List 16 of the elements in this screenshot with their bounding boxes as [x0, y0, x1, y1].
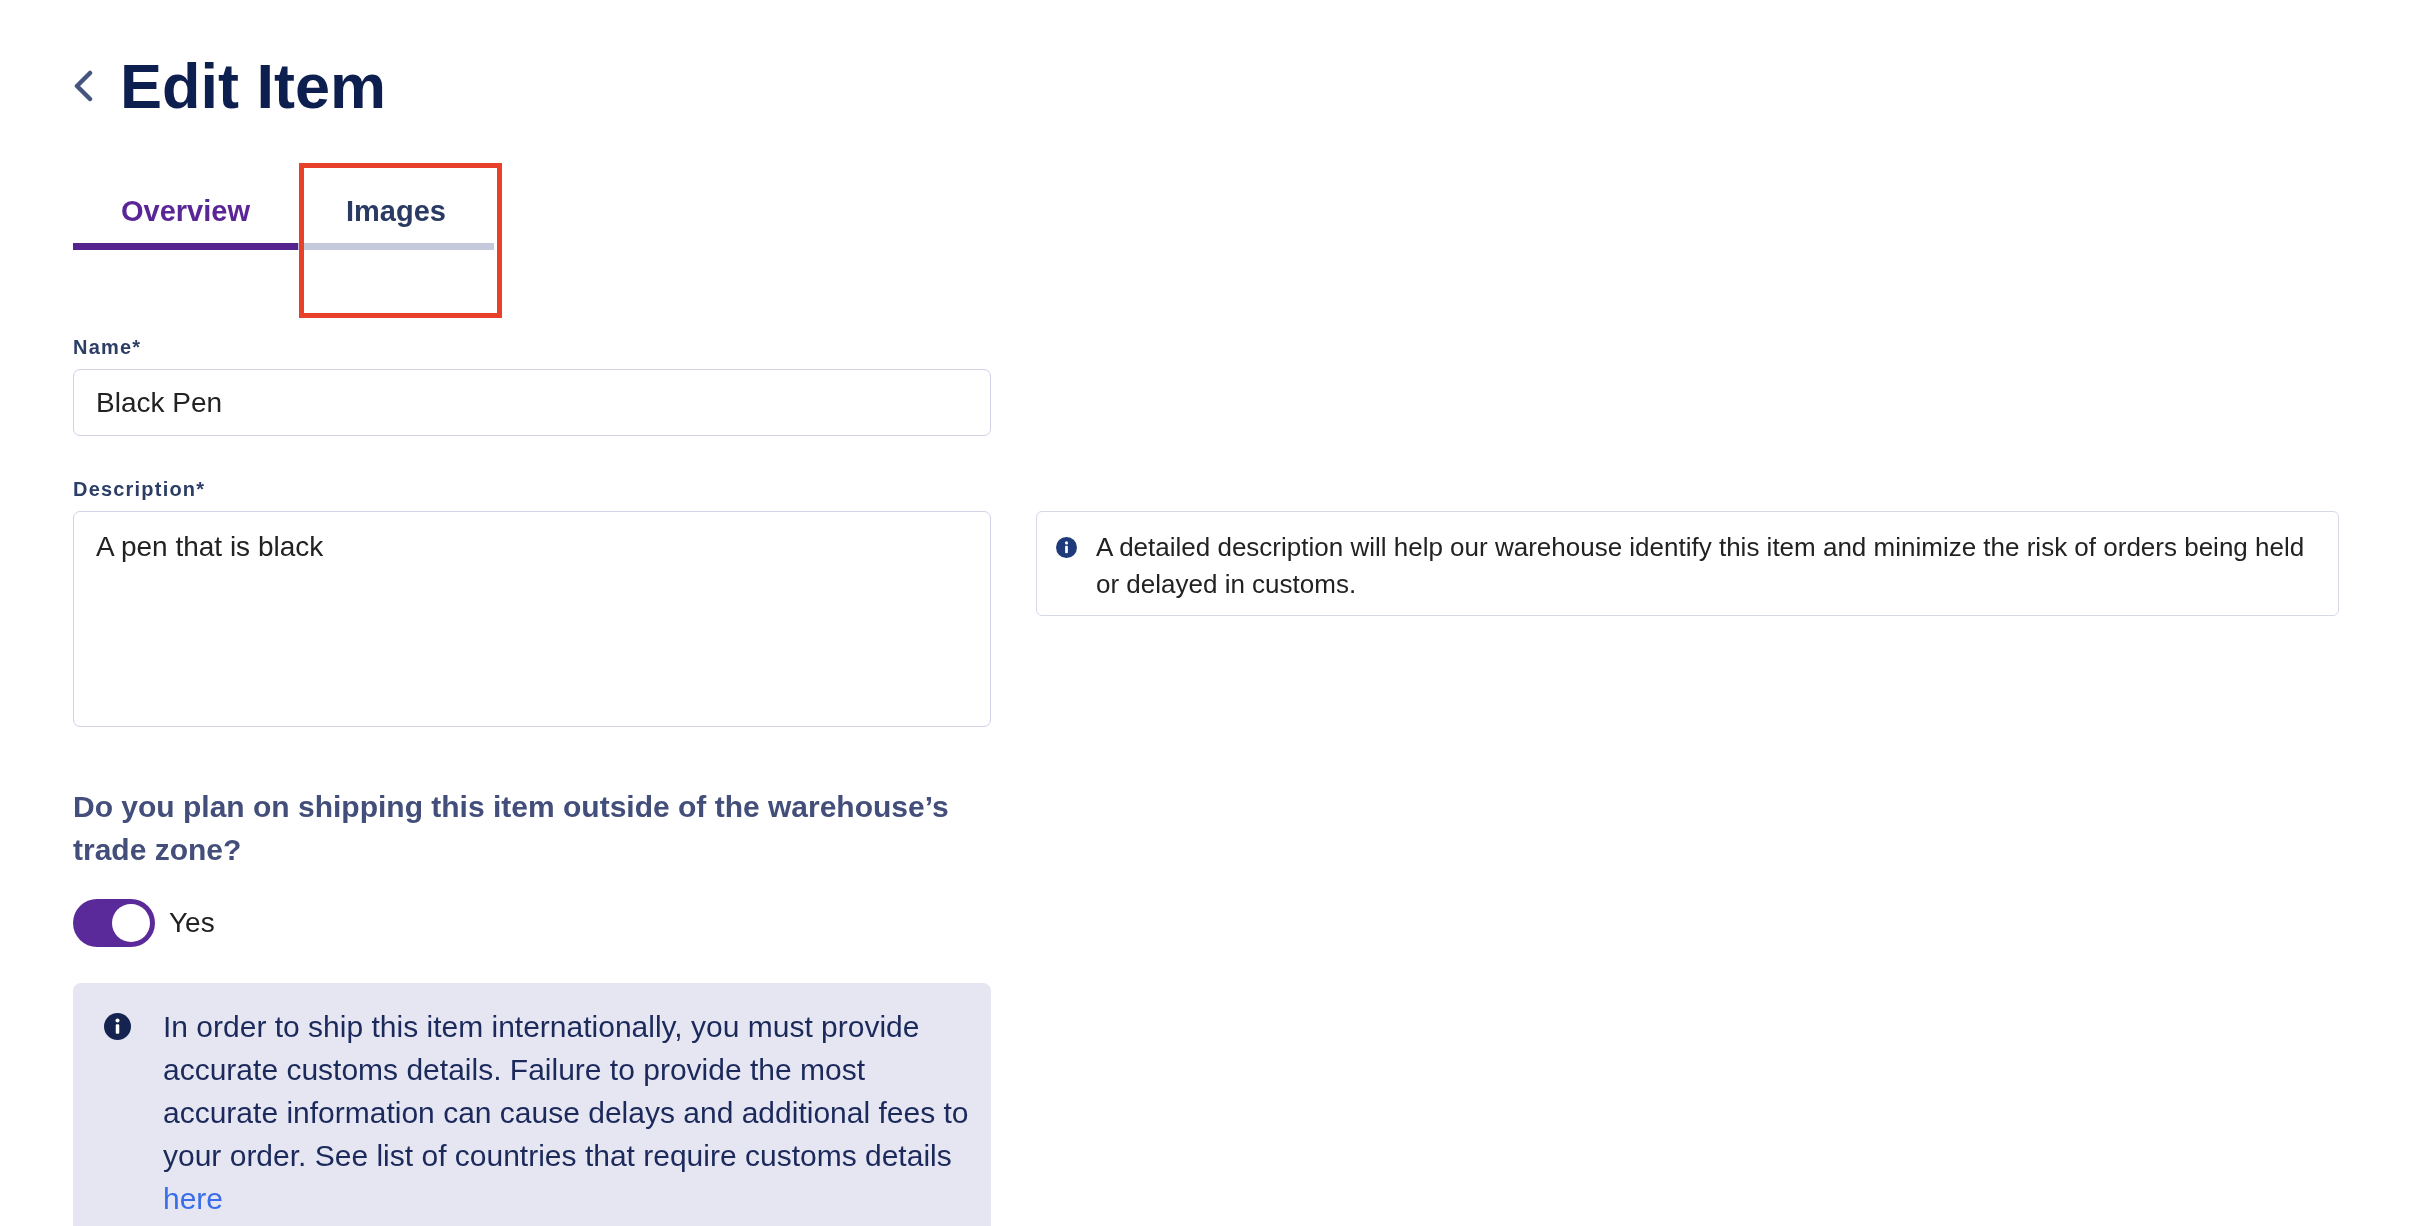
name-field[interactable]: Black Pen	[73, 369, 991, 436]
description-field[interactable]: A pen that is black	[73, 511, 991, 727]
question-text: Do you plan on shipping this item outside of the warehouse’s trade zone?	[73, 789, 950, 868]
hint-text: A detailed description will help our warehouse identify this item and minimize the risk of orders being held or delayed in customs.	[1096, 531, 2306, 601]
chevron-left-icon[interactable]	[73, 70, 93, 102]
toggle-label: Yes	[169, 906, 215, 940]
here-link[interactable]: here	[163, 1182, 224, 1215]
toggle-switch[interactable]	[73, 899, 155, 947]
page-title: Edit Item	[120, 50, 387, 122]
field-label: Name*	[73, 335, 142, 359]
field-label: Description*	[73, 477, 206, 501]
notice-text: In order to ship this item internationally, you must provide accurate customs details. Failure to provide the most accurate information can cause delays and additional fees to your order. See list of countries that require customs details here	[163, 1009, 969, 1217]
tab[interactable]: Overview	[73, 193, 298, 250]
tab[interactable]: Images	[298, 193, 494, 250]
info-icon	[104, 1013, 131, 1040]
info-icon	[1056, 537, 1077, 558]
